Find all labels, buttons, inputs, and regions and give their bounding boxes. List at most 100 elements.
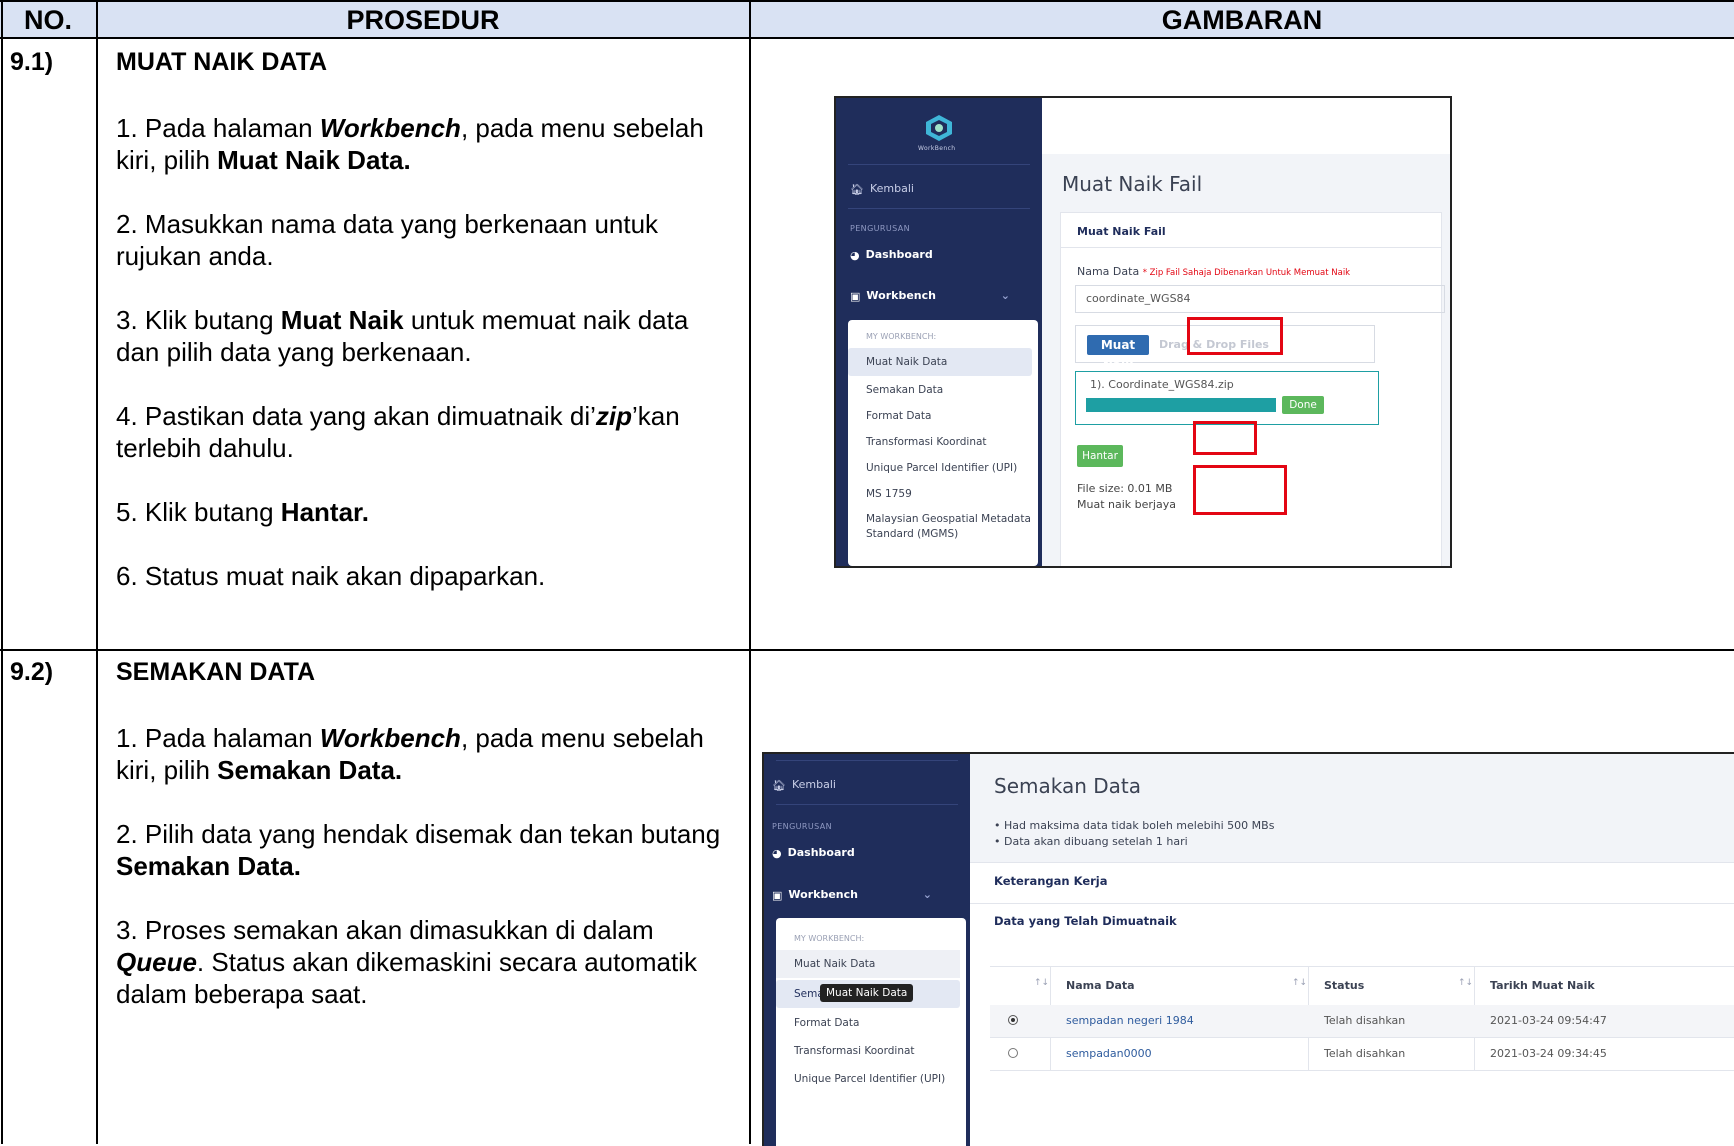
step-text: Pilih data yang hendak disemak dan tekan… — [144, 819, 721, 849]
sidebar-divider — [848, 164, 1030, 165]
submenu-item-format-data[interactable]: Format Data — [776, 1010, 960, 1036]
submenu-item-transformasi[interactable]: Transformasi Koordinat — [848, 429, 1032, 455]
submenu-item-mgms[interactable]: Malaysian Geospatial Metadata Standard (… — [848, 510, 1032, 544]
step-text: Muat Naik Data. — [217, 145, 411, 175]
highlight-hantar — [1193, 421, 1257, 455]
cell-date: 2021-03-24 09:34:45 — [1490, 1047, 1607, 1060]
step-text: Proses semakan akan dimasukkan di dalam — [144, 915, 654, 945]
step-text: 1. — [116, 113, 145, 143]
screenshot-semakan: 🏠︎ Kembali PENGURUSAN ◕ Dashboard ▣ Workben… — [762, 752, 1734, 1146]
step-text: Status muat naik akan dipaparkan. — [144, 561, 546, 591]
note-item: • Data akan dibuang setelah 1 hari — [994, 835, 1188, 848]
step-text: zip — [595, 401, 632, 431]
step-text: 2. — [116, 819, 145, 849]
submenu-header: MY WORKBENCH: — [866, 332, 937, 341]
sidebar-item-workbench[interactable]: ▣ Workbench ⌄ — [850, 289, 1030, 303]
submenu-item-ms1759[interactable]: MS 1759 — [848, 481, 1032, 507]
column-header-status[interactable]: Status — [1324, 979, 1364, 992]
border-col2 — [749, 0, 751, 1144]
sidebar-divider — [776, 760, 958, 761]
step-text: Queue — [116, 947, 197, 977]
upload-result-text: Muat naik berjaya — [1077, 498, 1176, 511]
field-label-text: Nama Data — [1077, 265, 1140, 278]
border-col1 — [96, 0, 98, 1144]
file-size-text: File size: 0.01 MB — [1077, 482, 1173, 495]
notes-list: • Had maksima data tidak boleh melebihi … — [994, 818, 1274, 850]
step-text: Workbench — [319, 113, 461, 143]
sidebar-item-label: Dashboard — [865, 248, 933, 261]
top-bar — [1042, 98, 1450, 154]
sidebar-item-dashboard[interactable]: ◕ Dashboard — [772, 846, 855, 860]
sort-icon[interactable]: ↑↓ — [1034, 978, 1049, 988]
page-title: Semakan Data — [994, 774, 1142, 798]
step-text: Muat Naik — [280, 305, 404, 335]
step-text: Semakan Data. — [217, 755, 403, 785]
cell-name[interactable]: sempadan0000 — [1066, 1047, 1152, 1060]
done-button[interactable]: Done — [1282, 396, 1324, 414]
step-text: Klik butang — [144, 305, 281, 335]
cell-status: Telah disahkan — [1324, 1047, 1406, 1060]
column-header-nama[interactable]: Nama Data — [1066, 979, 1135, 992]
chevron-down-icon: ⌄ — [1000, 289, 1010, 302]
section-number-9-2: 9.2) — [10, 658, 54, 686]
logo-text: WorkBench — [918, 145, 956, 152]
home-icon: 🏠︎ — [772, 778, 786, 792]
highlight-status — [1193, 465, 1287, 515]
column-header-tarikh[interactable]: Tarikh Muat Naik — [1490, 979, 1595, 992]
dashboard-icon: ◕ — [850, 248, 860, 262]
step-text: 1. — [116, 723, 145, 753]
sidebar-item-dashboard[interactable]: ◕ Dashboard — [850, 248, 933, 262]
section-number-9-1: 9.1) — [10, 48, 54, 76]
radio-selected[interactable] — [1008, 1015, 1018, 1025]
screenshot-upload: WorkBench 🏠︎ Kembali PENGURUSAN ◕ Dashboar… — [834, 96, 1452, 568]
submenu-item-upi[interactable]: Unique Parcel Identifier (UPI) — [848, 455, 1032, 481]
workbench-submenu: MY WORKBENCH: Muat Naik Data Semak Forma… — [776, 918, 966, 1146]
step-item: 5. Klik butang Hantar. — [116, 496, 736, 528]
border-header — [0, 37, 1734, 39]
sort-icon[interactable]: ↑↓ — [1292, 978, 1307, 988]
steps-9-1: 1. Pada halaman Workbench, pada menu seb… — [116, 112, 736, 624]
sidebar-item-workbench[interactable]: ▣ Workbench ⌄ — [772, 888, 952, 902]
submenu-item-format-data[interactable]: Format Data — [848, 403, 1032, 429]
step-item: 1. Pada halaman Workbench, pada menu seb… — [116, 722, 736, 786]
card-title: Muat Naik Fail — [1077, 225, 1166, 238]
cell-date: 2021-03-24 09:54:47 — [1490, 1014, 1607, 1027]
upload-status: File size: 0.01 MB Muat naik berjaya — [1077, 481, 1176, 513]
submenu-item-transformasi[interactable]: Transformasi Koordinat — [776, 1038, 960, 1064]
step-item: 3. Proses semakan akan dimasukkan di dal… — [116, 914, 736, 1010]
sidebar-item-label: Kembali — [869, 182, 914, 195]
muat-naik-button[interactable]: Muat Naik — [1087, 335, 1149, 372]
sidebar-item-label: Kembali — [791, 778, 836, 791]
list-title: Data yang Telah Dimuatnaik — [994, 914, 1177, 928]
submenu-item-muat-naik-data[interactable]: Muat Naik Data — [776, 950, 960, 978]
sort-icon[interactable]: ↑↓ — [1458, 978, 1473, 988]
hantar-button[interactable]: Hantar — [1077, 445, 1123, 467]
submenu-item-upi[interactable]: Unique Parcel Identifier (UPI) — [776, 1066, 960, 1092]
sidebar-section-label: PENGURUSAN — [772, 822, 833, 831]
page-title: Muat Naik Fail — [1062, 172, 1203, 196]
sidebar-item-label: Workbench — [788, 888, 858, 901]
sidebar-item-label: Workbench — [866, 289, 936, 302]
tooltip: Muat Naik Data — [820, 984, 914, 1002]
header-gambaran: GAMBARAN — [1161, 5, 1323, 35]
radio-unselected[interactable] — [1008, 1048, 1018, 1058]
sidebar-item-kembali[interactable]: 🏠︎ Kembali — [772, 778, 836, 792]
submenu-item-semakan-data[interactable]: Semakan Data — [848, 377, 1032, 403]
step-text: 3. — [116, 915, 145, 945]
file-name: 1). Coordinate_WGS84.zip — [1090, 378, 1234, 391]
step-text: 6. — [116, 561, 145, 591]
cell-name[interactable]: sempadan negeri 1984 — [1066, 1014, 1194, 1027]
submenu-item-muat-naik-data[interactable]: Muat Naik Data — [848, 348, 1032, 376]
border-row-split — [0, 649, 1734, 651]
step-item: 6. Status muat naik akan dipaparkan. — [116, 560, 736, 592]
note-item: • Had maksima data tidak boleh melebihi … — [994, 819, 1275, 832]
nama-data-input[interactable]: coordinate_WGS84 — [1075, 285, 1445, 313]
cell-status: Telah disahkan — [1324, 1014, 1406, 1027]
upload-file-item: 1). Coordinate_WGS84.zip Done — [1075, 371, 1379, 425]
sidebar-item-kembali[interactable]: 🏠︎ Kembali — [850, 182, 914, 196]
step-text: Klik butang — [144, 497, 281, 527]
border-top — [0, 0, 1734, 2]
step-item: 1. Pada halaman Workbench, pada menu seb… — [116, 112, 736, 176]
step-text: 4. — [116, 401, 145, 431]
step-text: 2. — [116, 209, 145, 239]
